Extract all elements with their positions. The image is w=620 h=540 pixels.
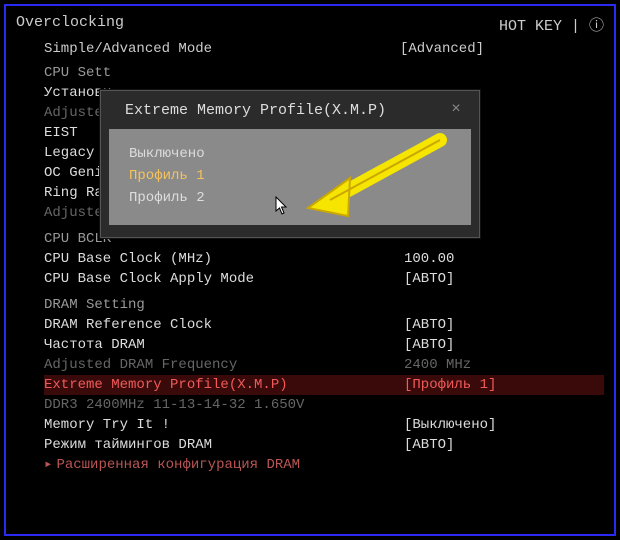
dram-row[interactable]: Режим таймингов DRAM[АВТО]	[44, 435, 604, 455]
dram-row[interactable]: DRAM Reference Clock[АВТО]	[44, 315, 604, 335]
dram-value: [АВТО]	[404, 315, 604, 335]
bclk-label: CPU Base Clock Apply Mode	[44, 269, 404, 289]
dram-value: [АВТО]	[404, 335, 604, 355]
dram-label: DRAM Reference Clock	[44, 315, 404, 335]
popup-option[interactable]: Профиль 1	[129, 165, 451, 187]
dram-row: DDR3 2400MHz 11-13-14-32 1.650V	[44, 395, 604, 415]
dram-label: Extreme Memory Profile(X.M.P)	[44, 375, 404, 395]
dram-row[interactable]: Extreme Memory Profile(X.M.P)[Профиль 1]	[44, 375, 604, 395]
mode-value[interactable]: [Advanced]	[400, 41, 484, 57]
dram-value: [АВТО]	[404, 435, 604, 455]
popup-list: ВыключеноПрофиль 1Профиль 2	[109, 129, 471, 225]
xmp-popup: Extreme Memory Profile(X.M.P) × Выключен…	[100, 90, 480, 238]
section-title-dram: DRAM Setting	[44, 297, 604, 313]
popup-option[interactable]: Профиль 2	[129, 187, 451, 209]
popup-option[interactable]: Выключено	[129, 143, 451, 165]
dram-label: Частота DRAM	[44, 335, 404, 355]
section-dram: DRAM Setting DRAM Reference Clock[АВТО]Ч…	[16, 297, 604, 475]
page-title: Overclocking	[16, 14, 124, 35]
dram-row[interactable]: Memory Try It ![Выключено]	[44, 415, 604, 435]
mode-label: Simple/Advanced Mode	[44, 41, 212, 57]
chevron-right-icon: ▸	[44, 455, 52, 475]
bclk-label: CPU Base Clock (MHz)	[44, 249, 404, 269]
hotkey-hint: HOT KEY | ⓘ	[499, 14, 604, 35]
close-icon[interactable]: ×	[447, 101, 465, 119]
section-bclk: CPU BCLK CPU Base Clock (MHz)100.00CPU B…	[16, 231, 604, 289]
dram-label: Memory Try It !	[44, 415, 404, 435]
dram-value	[404, 395, 604, 415]
dram-label: Adjusted DRAM Frequency	[44, 355, 404, 375]
bclk-value: [АВТО]	[404, 269, 604, 289]
popup-title: Extreme Memory Profile(X.M.P)	[125, 102, 386, 119]
dram-label: DDR3 2400MHz 11-13-14-32 1.650V	[44, 395, 404, 415]
dram-row: Adjusted DRAM Frequency2400 MHz	[44, 355, 604, 375]
dram-label: Режим таймингов DRAM	[44, 435, 404, 455]
dram-advanced-expand[interactable]: ▸ Расширенная конфигурация DRAM	[44, 455, 604, 475]
dram-value: 2400 MHz	[404, 355, 604, 375]
dram-row[interactable]: Частота DRAM[АВТО]	[44, 335, 604, 355]
bclk-row[interactable]: CPU Base Clock Apply Mode[АВТО]	[44, 269, 604, 289]
dram-advanced-label: Расширенная конфигурация DRAM	[56, 455, 604, 475]
dram-value: [Выключено]	[404, 415, 604, 435]
dram-value: [Профиль 1]	[404, 375, 604, 395]
bclk-value: 100.00	[404, 249, 604, 269]
bclk-row[interactable]: CPU Base Clock (MHz)100.00	[44, 249, 604, 269]
section-title-cpu: CPU Sett	[44, 65, 604, 81]
